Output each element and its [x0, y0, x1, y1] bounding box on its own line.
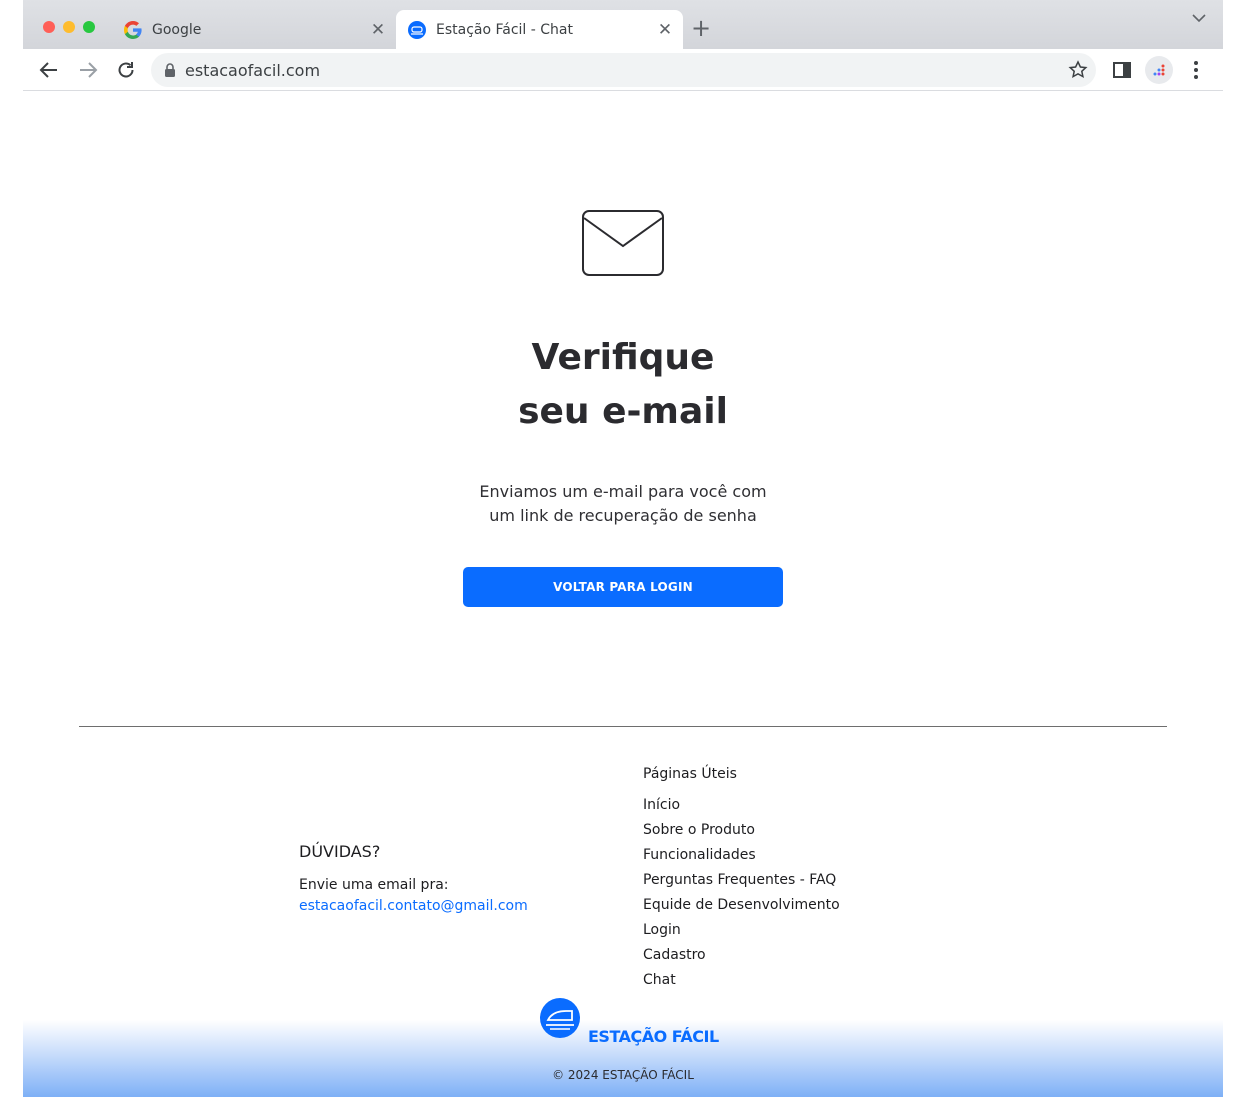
copyright-text: © 2024 ESTAÇÃO FÁCIL: [552, 1068, 694, 1082]
url-text: estacaofacil.com: [185, 61, 321, 80]
brand-name: ESTAÇÃO FÁCIL: [588, 1027, 719, 1046]
footer-link-cadastro[interactable]: Cadastro: [643, 945, 840, 970]
browser-toolbar: estacaofacil.com: [23, 49, 1223, 91]
footer-link-login[interactable]: Login: [643, 920, 840, 945]
tab-title: Estação Fácil - Chat: [436, 21, 573, 38]
maximize-window-button[interactable]: [83, 21, 95, 33]
description-line-2: um link de recuperação de senha: [489, 506, 757, 525]
tab-google[interactable]: Google ✕: [112, 10, 396, 49]
browser-window: Google ✕ Estação Fácil - Chat ✕ + estaca…: [23, 0, 1223, 1097]
footer-link-equipe[interactable]: Equide de Desenvolvimento: [643, 895, 840, 920]
back-to-login-button[interactable]: VOLTAR PARA LOGIN: [463, 567, 783, 607]
close-window-button[interactable]: [43, 21, 55, 33]
lock-icon: [165, 63, 175, 77]
tab-close-icon[interactable]: ✕: [652, 17, 678, 43]
back-arrow-icon[interactable]: [35, 56, 63, 84]
address-bar[interactable]: estacaofacil.com: [151, 53, 1096, 87]
footer-divider: [79, 726, 1167, 727]
questions-title: DÚVIDAS?: [299, 842, 381, 861]
footer-link-inicio[interactable]: Início: [643, 795, 840, 820]
tab-title: Google: [152, 21, 202, 38]
page-title-line-1: Verifique: [531, 337, 715, 378]
contact-email-link[interactable]: estacaofacil.contato@gmail.com: [299, 898, 528, 914]
tab-estacao-facil-chat[interactable]: Estação Fácil - Chat ✕: [396, 10, 683, 49]
plus-icon[interactable]: +: [688, 14, 714, 42]
tab-close-icon[interactable]: ✕: [365, 17, 391, 43]
footer-link-chat[interactable]: Chat: [643, 970, 840, 995]
footer-link-sobre[interactable]: Sobre o Produto: [643, 820, 840, 845]
questions-text: Envie uma email pra:: [299, 877, 449, 893]
tab-strip: Google ✕ Estação Fácil - Chat ✕ +: [23, 0, 1223, 49]
bookmark-star-icon[interactable]: [1066, 58, 1090, 82]
reload-icon[interactable]: [112, 56, 140, 84]
forward-arrow-icon[interactable]: [74, 56, 102, 84]
minimize-window-button[interactable]: [63, 21, 75, 33]
envelope-icon: [582, 210, 664, 276]
estacao-facil-icon: [408, 20, 426, 39]
footer-link-faq[interactable]: Perguntas Frequentes - FAQ: [643, 870, 840, 895]
google-g-icon: [124, 20, 142, 39]
useful-pages-title: Páginas Úteis: [643, 766, 737, 782]
kebab-menu-icon[interactable]: [1182, 56, 1210, 84]
profile-avatar-icon[interactable]: [1145, 56, 1173, 84]
description-line-1: Enviamos um e-mail para você com: [479, 482, 767, 501]
estacao-facil-logo-icon[interactable]: [540, 998, 580, 1038]
chevron-down-icon[interactable]: [1189, 8, 1209, 28]
footer-link-funcionalidades[interactable]: Funcionalidades: [643, 845, 840, 870]
useful-pages-list: Início Sobre o Produto Funcionalidades P…: [643, 795, 840, 995]
page-title-line-2: seu e-mail: [518, 391, 728, 432]
side-panel-icon[interactable]: [1108, 56, 1136, 84]
